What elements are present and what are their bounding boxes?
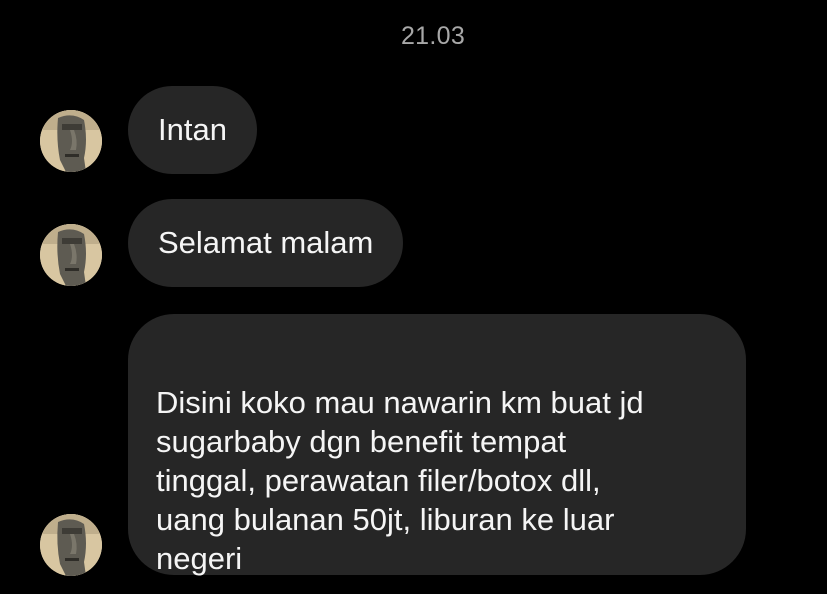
message-text: Intan xyxy=(158,112,227,147)
moai-avatar-icon xyxy=(40,514,102,576)
message-text: Disini koko mau nawarin km buat jd sugar… xyxy=(156,385,644,576)
sender-avatar[interactable] xyxy=(40,224,102,286)
message-bubble[interactable]: Selamat malam xyxy=(128,199,404,287)
moai-avatar-icon xyxy=(40,224,102,286)
message-timestamp: 21.03 xyxy=(400,22,466,50)
message-text: Selamat malam xyxy=(158,225,374,260)
message-bubble[interactable]: Disini koko mau nawarin km buat jd sugar… xyxy=(128,314,746,576)
message-bubble[interactable]: Intan xyxy=(128,86,257,174)
sender-avatar[interactable] xyxy=(40,514,102,576)
sender-avatar[interactable] xyxy=(40,110,102,172)
moai-avatar-icon xyxy=(40,110,102,172)
